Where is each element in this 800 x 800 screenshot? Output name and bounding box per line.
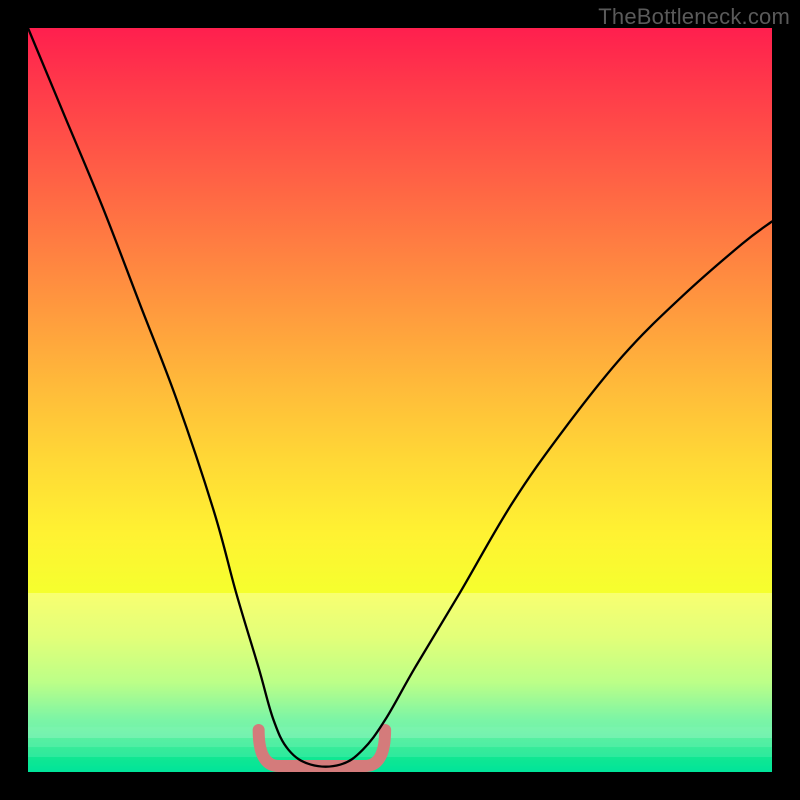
watermark-label: TheBottleneck.com — [598, 4, 790, 30]
valley-highlight — [259, 730, 385, 766]
chart-svg — [28, 28, 772, 772]
chart-frame: TheBottleneck.com — [0, 0, 800, 800]
plot-area — [28, 28, 772, 772]
main-curve — [28, 28, 772, 767]
